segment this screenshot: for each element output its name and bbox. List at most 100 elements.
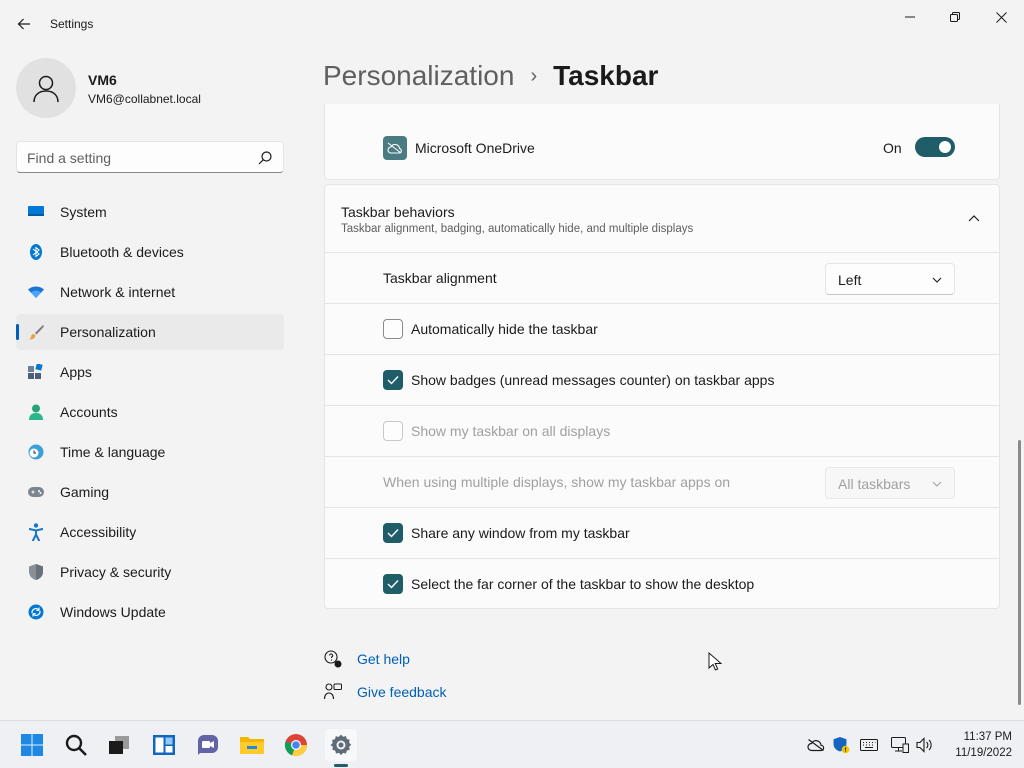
file-explorer-icon (240, 737, 264, 754)
onedrive-row: Microsoft OneDrive On (324, 104, 1000, 180)
far-corner-label: Select the far corner of the taskbar to … (411, 576, 755, 592)
close-button[interactable] (978, 4, 1024, 30)
clock-date: 11/19/2022 (955, 747, 1012, 759)
clock-globe-icon (28, 444, 44, 460)
all-displays-label: Show my taskbar on all displays (411, 423, 611, 439)
get-help-link[interactable]: Get help (323, 642, 447, 675)
clock-time: 11:37 PM (963, 731, 1012, 743)
share-window-row: Share any window from my taskbar (325, 508, 999, 559)
start-button[interactable] (16, 729, 48, 761)
profile-name: VM6 (88, 72, 117, 88)
breadcrumb-parent[interactable]: Personalization (323, 60, 514, 92)
chat-button[interactable] (192, 729, 224, 761)
sidebar-item-label: Bluetooth & devices (60, 244, 184, 260)
network-tray-icon[interactable] (890, 735, 910, 755)
maximize-button[interactable] (932, 4, 978, 30)
person-icon (28, 404, 44, 420)
settings-gear-icon (330, 734, 352, 756)
multi-display-row: When using multiple displays, show my ta… (325, 457, 999, 508)
shield-icon (28, 564, 44, 580)
onedrive-cloud-icon (383, 136, 407, 160)
onedrive-tray-icon[interactable] (806, 735, 826, 755)
user-profile[interactable]: VM6 VM6@collabnet.local (16, 58, 296, 118)
taskbar-search-button[interactable] (60, 729, 92, 761)
sidebar-item-time-language[interactable]: Time & language (16, 434, 284, 470)
dropdown-value: All taskbars (838, 476, 911, 492)
auto-hide-row: Automatically hide the taskbar (325, 304, 999, 355)
section-title: Taskbar behaviors (341, 204, 455, 220)
sidebar-item-gaming[interactable]: Gaming (16, 474, 284, 510)
far-corner-row: Select the far corner of the taskbar to … (325, 559, 999, 610)
bluetooth-icon (28, 244, 44, 260)
taskbar-clock[interactable]: 11:37 PM 11/19/2022 (940, 729, 1012, 761)
windows-taskbar: 11:37 PM 11/19/2022 (0, 720, 1024, 768)
sidebar-item-system[interactable]: System (16, 194, 284, 230)
start-icon (21, 734, 43, 756)
taskbar-alignment-label: Taskbar alignment (383, 270, 497, 286)
sidebar-item-windows-update[interactable]: Windows Update (16, 594, 284, 630)
sidebar-item-label: Gaming (60, 484, 110, 500)
auto-hide-checkbox[interactable] (383, 319, 403, 339)
arrow-left-icon (17, 18, 30, 30)
taskbar-alignment-dropdown[interactable]: Left (825, 263, 955, 295)
taskbar-behaviors-header[interactable]: Taskbar behaviors Taskbar alignment, bad… (325, 185, 999, 253)
widgets-icon (153, 735, 175, 755)
help-links: Get help Give feedback (323, 642, 447, 708)
feedback-icon (323, 682, 343, 702)
accessibility-icon (28, 523, 44, 541)
share-window-checkbox[interactable] (383, 523, 403, 543)
all-displays-checkbox[interactable] (383, 421, 403, 441)
file-explorer-button[interactable] (236, 729, 268, 761)
chrome-button[interactable] (280, 729, 312, 761)
search-box[interactable] (16, 141, 284, 173)
vertical-scrollbar[interactable] (1018, 440, 1021, 705)
sidebar-item-label: System (60, 204, 107, 220)
checkmark-icon (387, 376, 399, 385)
volume-tray-icon[interactable] (915, 735, 935, 755)
sidebar-item-privacy[interactable]: Privacy & security (16, 554, 284, 590)
section-subtitle: Taskbar alignment, badging, automaticall… (341, 223, 694, 235)
settings-content: Microsoft OneDrive On Taskbar behaviors … (324, 104, 1000, 714)
search-input[interactable] (27, 148, 247, 168)
get-help-text: Get help (357, 650, 410, 667)
sidebar-item-accessibility[interactable]: Accessibility (16, 514, 284, 550)
dropdown-value: Left (838, 272, 862, 288)
page-title: Taskbar (553, 60, 659, 91)
onedrive-toggle[interactable] (915, 137, 955, 157)
badges-label: Show badges (unread messages counter) on… (411, 372, 775, 388)
chrome-icon (284, 734, 308, 757)
app-title: Settings (50, 17, 94, 31)
sidebar-item-label: Accounts (60, 404, 118, 420)
settings-app-button[interactable] (325, 729, 357, 761)
task-view-icon (109, 736, 129, 754)
auto-hide-label: Automatically hide the taskbar (411, 321, 598, 337)
breadcrumb: Personalization › Taskbar (323, 58, 658, 94)
search-icon[interactable] (257, 150, 273, 166)
sidebar-item-network[interactable]: Network & internet (16, 274, 284, 310)
keyboard-tray-icon[interactable] (859, 735, 879, 755)
sidebar-item-label: Network & internet (60, 284, 176, 300)
system-icon (28, 204, 44, 220)
security-tray-icon[interactable] (831, 735, 851, 755)
minimize-button[interactable] (887, 4, 933, 30)
badges-checkbox[interactable] (383, 370, 403, 390)
update-icon (28, 604, 44, 620)
checkmark-icon (387, 529, 399, 538)
back-button[interactable] (12, 12, 36, 36)
chevron-up-icon[interactable] (967, 211, 981, 225)
breadcrumb-separator: › (530, 64, 538, 87)
sidebar-item-accounts[interactable]: Accounts (16, 394, 284, 430)
widgets-button[interactable] (148, 729, 180, 761)
wifi-icon (28, 284, 44, 300)
avatar (16, 58, 76, 118)
minimize-icon (905, 16, 915, 18)
sidebar-item-apps[interactable]: Apps (16, 354, 284, 390)
multi-display-dropdown[interactable]: All taskbars (825, 467, 955, 499)
sidebar-nav: System Bluetooth & devices Network & int… (16, 194, 284, 634)
sidebar-item-bluetooth[interactable]: Bluetooth & devices (16, 234, 284, 270)
give-feedback-link[interactable]: Give feedback (323, 675, 447, 708)
task-view-button[interactable] (103, 729, 135, 761)
far-corner-checkbox[interactable] (383, 574, 403, 594)
checkmark-icon (387, 580, 399, 589)
sidebar-item-personalization[interactable]: Personalization (16, 314, 284, 350)
